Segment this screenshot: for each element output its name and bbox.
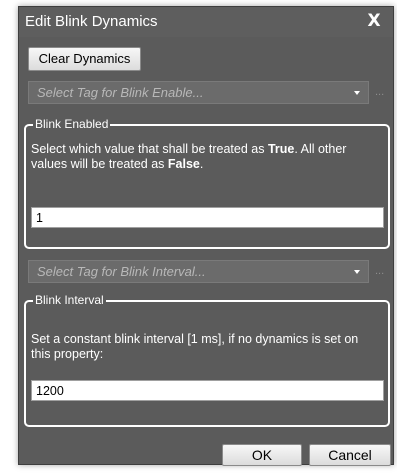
blink-interval-tag-browse-button[interactable]: ... [375,265,389,277]
blink-enabled-group: Blink Enabled Select which value that sh… [24,117,390,249]
ok-button[interactable]: OK [222,444,302,466]
blink-interval-description: Set a constant blink interval [1 ms], if… [31,332,359,361]
title-bar: Edit Blink Dynamics X [19,7,393,37]
dialog-title: Edit Blink Dynamics [25,13,158,30]
clear-dynamics-button[interactable]: Clear Dynamics [28,47,141,71]
blink-enabled-group-label: Blink Enabled [33,117,111,131]
blink-enable-tag-select[interactable]: Select Tag for Blink Enable... [28,81,369,104]
close-icon[interactable]: X [365,12,383,30]
edit-blink-dynamics-dialog: Edit Blink Dynamics X Clear Dynamics Sel… [18,6,394,466]
blink-interval-tag-select[interactable]: Select Tag for Blink Interval... [28,260,369,283]
blink-enable-tag-browse-button[interactable]: ... [375,86,389,98]
blink-interval-value-input[interactable]: 1200 [31,380,384,401]
blink-enabled-description: Select which value that shall be treated… [31,142,347,171]
blink-enable-tag-placeholder: Select Tag for Blink Enable... [37,85,204,100]
blink-enabled-value-input[interactable]: 1 [31,207,384,228]
blink-interval-group: Blink Interval Set a constant blink inte… [24,293,390,427]
chevron-down-icon[interactable] [354,270,360,274]
blink-interval-tag-placeholder: Select Tag for Blink Interval... [37,264,206,279]
chevron-down-icon[interactable] [354,91,360,95]
cancel-button[interactable]: Cancel [309,444,391,466]
blink-interval-group-label: Blink Interval [33,293,106,307]
